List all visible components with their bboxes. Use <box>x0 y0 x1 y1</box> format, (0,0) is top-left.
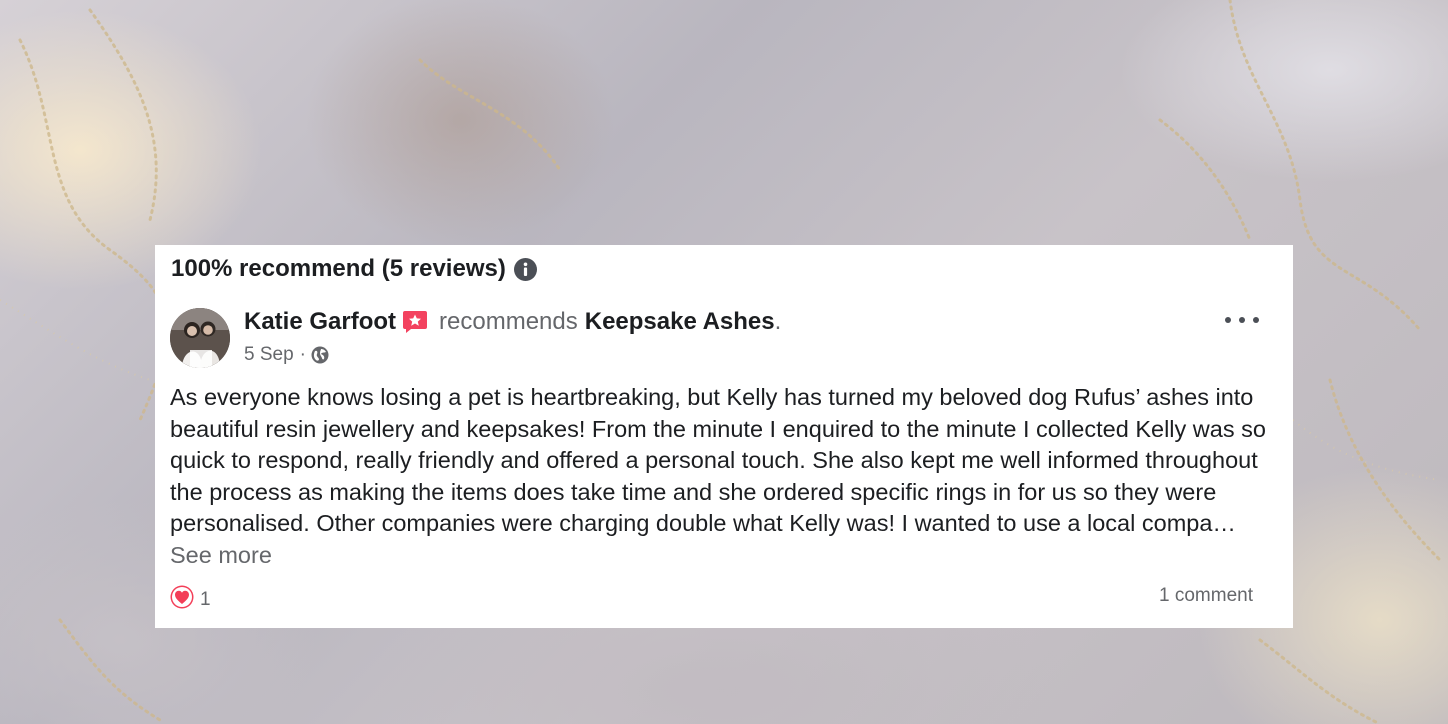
recommendation-badge-icon <box>402 310 428 334</box>
comment-count-link[interactable]: 1 comment <box>1159 585 1253 607</box>
info-icon[interactable] <box>513 257 537 281</box>
more-options-button[interactable] <box>1225 309 1259 331</box>
recommendation-summary-title: 100% recommend (5 reviews) <box>171 255 506 282</box>
more-dot-icon <box>1225 317 1231 323</box>
heart-icon <box>170 585 194 615</box>
reaction-count: 1 <box>200 589 211 610</box>
period: . <box>774 308 782 335</box>
review-body: As everyone knows losing a pet is heartb… <box>170 382 1270 571</box>
review-card: 100% recommend (5 reviews) Katie Garfoot <box>155 245 1293 628</box>
see-more-link[interactable]: See more <box>170 542 272 568</box>
recommends-label: recommends <box>439 308 578 335</box>
globe-icon[interactable] <box>311 346 329 364</box>
page-name-link[interactable]: Keepsake Ashes <box>585 308 775 336</box>
review-header: Katie Garfoot recommends Keepsake Ashes. <box>244 308 781 336</box>
author-name[interactable]: Katie Garfoot <box>244 308 396 336</box>
post-meta: 5 Sep · <box>244 344 329 366</box>
recommendation-summary: 100% recommend (5 reviews) <box>171 255 537 283</box>
review-text: As everyone knows losing a pet is heartb… <box>170 384 1266 536</box>
avatar[interactable] <box>170 308 230 368</box>
meta-separator: · <box>299 344 306 365</box>
more-dot-icon <box>1239 317 1245 323</box>
post-date[interactable]: 5 Sep <box>244 344 294 366</box>
more-dot-icon <box>1253 317 1259 323</box>
reaction-summary[interactable]: 1 <box>170 585 211 615</box>
